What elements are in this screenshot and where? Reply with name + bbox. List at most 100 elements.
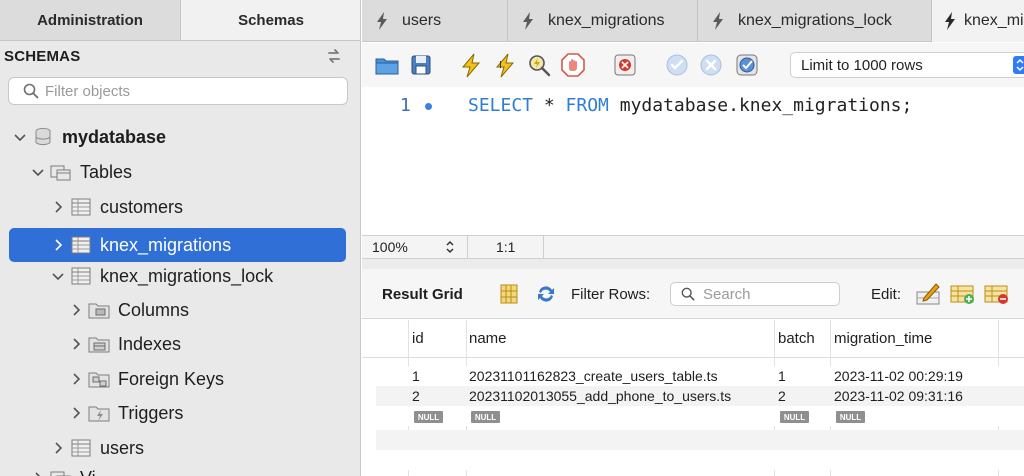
editor-status-bar: 100% 1:1 [362, 235, 1024, 259]
refresh-results-icon[interactable] [535, 283, 557, 305]
tab-label: knex_mig [964, 12, 1024, 29]
delete-row-icon[interactable] [984, 282, 1010, 306]
tree-item-tables[interactable]: Tables [30, 156, 132, 188]
empty-row [376, 450, 1024, 470]
commit-icon[interactable] [664, 52, 690, 78]
column-header-id[interactable]: id [412, 330, 424, 347]
filter-objects-input[interactable] [45, 80, 341, 102]
search-icon [681, 287, 695, 301]
tree-item-knex-migrations-lock[interactable]: knex_migrations_lock [50, 260, 273, 292]
statement-marker-icon [425, 103, 432, 110]
chevron-right-icon[interactable] [68, 371, 84, 387]
refresh-icon[interactable] [325, 47, 343, 65]
result-grid[interactable]: id name batch migration_time 1 202311011… [362, 320, 1024, 476]
cell-name[interactable]: 20231102013055_add_phone_to_users.ts [469, 388, 731, 404]
chevron-down-icon[interactable] [30, 164, 46, 180]
tree-item-indexes[interactable]: Indexes [68, 328, 181, 360]
cursor-position-label: 1:1 [496, 239, 516, 255]
cell-batch[interactable]: 1 [778, 368, 786, 384]
tab-query-knex-migrations-active[interactable]: knex_mig [932, 0, 1024, 42]
save-icon[interactable] [408, 52, 434, 78]
zoom-control[interactable]: 100% [362, 236, 468, 258]
line-number: 1 [400, 95, 411, 116]
foreign-keys-folder-icon [88, 372, 110, 388]
autocommit-icon[interactable] [734, 52, 760, 78]
table-icon [71, 267, 91, 285]
insert-row-icon[interactable] [950, 282, 976, 306]
sql-keyword-select: SELECT [468, 95, 534, 116]
select-stepper-icon[interactable] [1013, 56, 1024, 74]
chevron-right-icon[interactable] [50, 199, 66, 215]
cell-id[interactable]: 2 [412, 388, 420, 404]
chevron-right-icon[interactable] [30, 470, 46, 476]
explain-icon[interactable] [526, 52, 552, 78]
tree-item-users[interactable]: users [50, 432, 144, 464]
column-header-migration-time[interactable]: migration_time [834, 330, 932, 347]
execute-icon[interactable] [458, 52, 484, 78]
toggle-error-icon[interactable] [612, 52, 638, 78]
lightning-icon [523, 12, 533, 30]
sidebar-tabs: Administration Schemas [0, 0, 360, 41]
table-icon [71, 198, 91, 216]
zoom-level: 100% [372, 239, 408, 255]
tree-item-customers[interactable]: customers [50, 191, 183, 223]
chevron-down-icon[interactable] [12, 129, 28, 145]
filter-rows-box[interactable] [670, 282, 840, 306]
tree-item-foreign-keys[interactable]: Foreign Keys [68, 363, 224, 395]
tab-query-knex-migrations[interactable]: knex_migrations [508, 0, 698, 42]
tables-folder-icon [50, 165, 71, 181]
code-line[interactable]: SELECT * FROM mydatabase.knex_migrations… [468, 95, 912, 116]
tree-item-columns[interactable]: Columns [68, 294, 189, 326]
chevron-right-icon[interactable] [68, 336, 84, 352]
null-badge: NULL [471, 411, 500, 423]
cell-id[interactable]: 1 [412, 368, 420, 384]
stop-icon[interactable] [560, 52, 586, 78]
open-folder-icon[interactable] [374, 52, 400, 78]
tree-label: Columns [118, 299, 190, 320]
null-badge: NULL [780, 411, 809, 423]
cell-batch[interactable]: 2 [778, 388, 786, 404]
sql-star: * [533, 95, 566, 116]
panel-divider[interactable] [362, 259, 1024, 269]
triggers-folder-icon [88, 406, 110, 422]
columns-folder-icon [88, 303, 110, 319]
filter-rows-input[interactable] [703, 285, 835, 303]
tree-item-knex-migrations[interactable]: knex_migrations [9, 228, 346, 262]
tab-query-knex-migrations-lock[interactable]: knex_migrations_lock [698, 0, 932, 42]
limit-rows-select[interactable]: Limit to 1000 rows [790, 52, 1024, 78]
chevron-right-icon[interactable] [68, 405, 84, 421]
chevron-right-icon[interactable] [50, 440, 66, 456]
tab-query-users[interactable]: users [362, 0, 508, 42]
database-icon [35, 127, 51, 146]
chevron-right-icon[interactable] [50, 237, 66, 253]
indexes-folder-icon [88, 337, 110, 353]
table-icon [71, 236, 91, 254]
tree-item-triggers[interactable]: Triggers [68, 397, 183, 429]
tab-administration[interactable]: Administration [0, 0, 180, 40]
tree-item-views[interactable]: Vi [30, 462, 96, 476]
tree-label: Indexes [118, 333, 182, 354]
header-divider [362, 357, 1024, 358]
sql-editor[interactable]: 1 SELECT * FROM mydatabase.knex_migratio… [362, 87, 1024, 235]
execute-current-icon[interactable]: I [492, 52, 518, 78]
grid-view-icon[interactable] [500, 284, 518, 304]
empty-row [376, 430, 1024, 450]
cell-migration-time[interactable]: 2023-11-02 09:31:16 [834, 388, 963, 404]
column-header-batch[interactable]: batch [778, 330, 815, 347]
tree-label: users [100, 437, 145, 458]
cell-migration-time[interactable]: 2023-11-02 00:29:19 [834, 368, 963, 384]
cell-name[interactable]: 20231101162823_create_users_table.ts [469, 368, 718, 384]
edit-row-icon[interactable] [916, 282, 942, 306]
tab-label: knex_migrations [548, 12, 665, 29]
filter-objects-box[interactable] [8, 77, 348, 105]
tab-schemas[interactable]: Schemas [180, 0, 360, 40]
tree-label: Vi [80, 468, 96, 476]
search-icon [23, 83, 39, 99]
sql-table-ref: mydatabase.knex_migrations; [608, 95, 913, 116]
stepper-icon[interactable] [444, 239, 456, 255]
chevron-right-icon[interactable] [68, 302, 84, 318]
chevron-down-icon[interactable] [50, 268, 66, 284]
tree-item-mydatabase[interactable]: mydatabase [12, 121, 166, 153]
rollback-icon[interactable] [698, 52, 724, 78]
column-header-name[interactable]: name [469, 330, 507, 347]
